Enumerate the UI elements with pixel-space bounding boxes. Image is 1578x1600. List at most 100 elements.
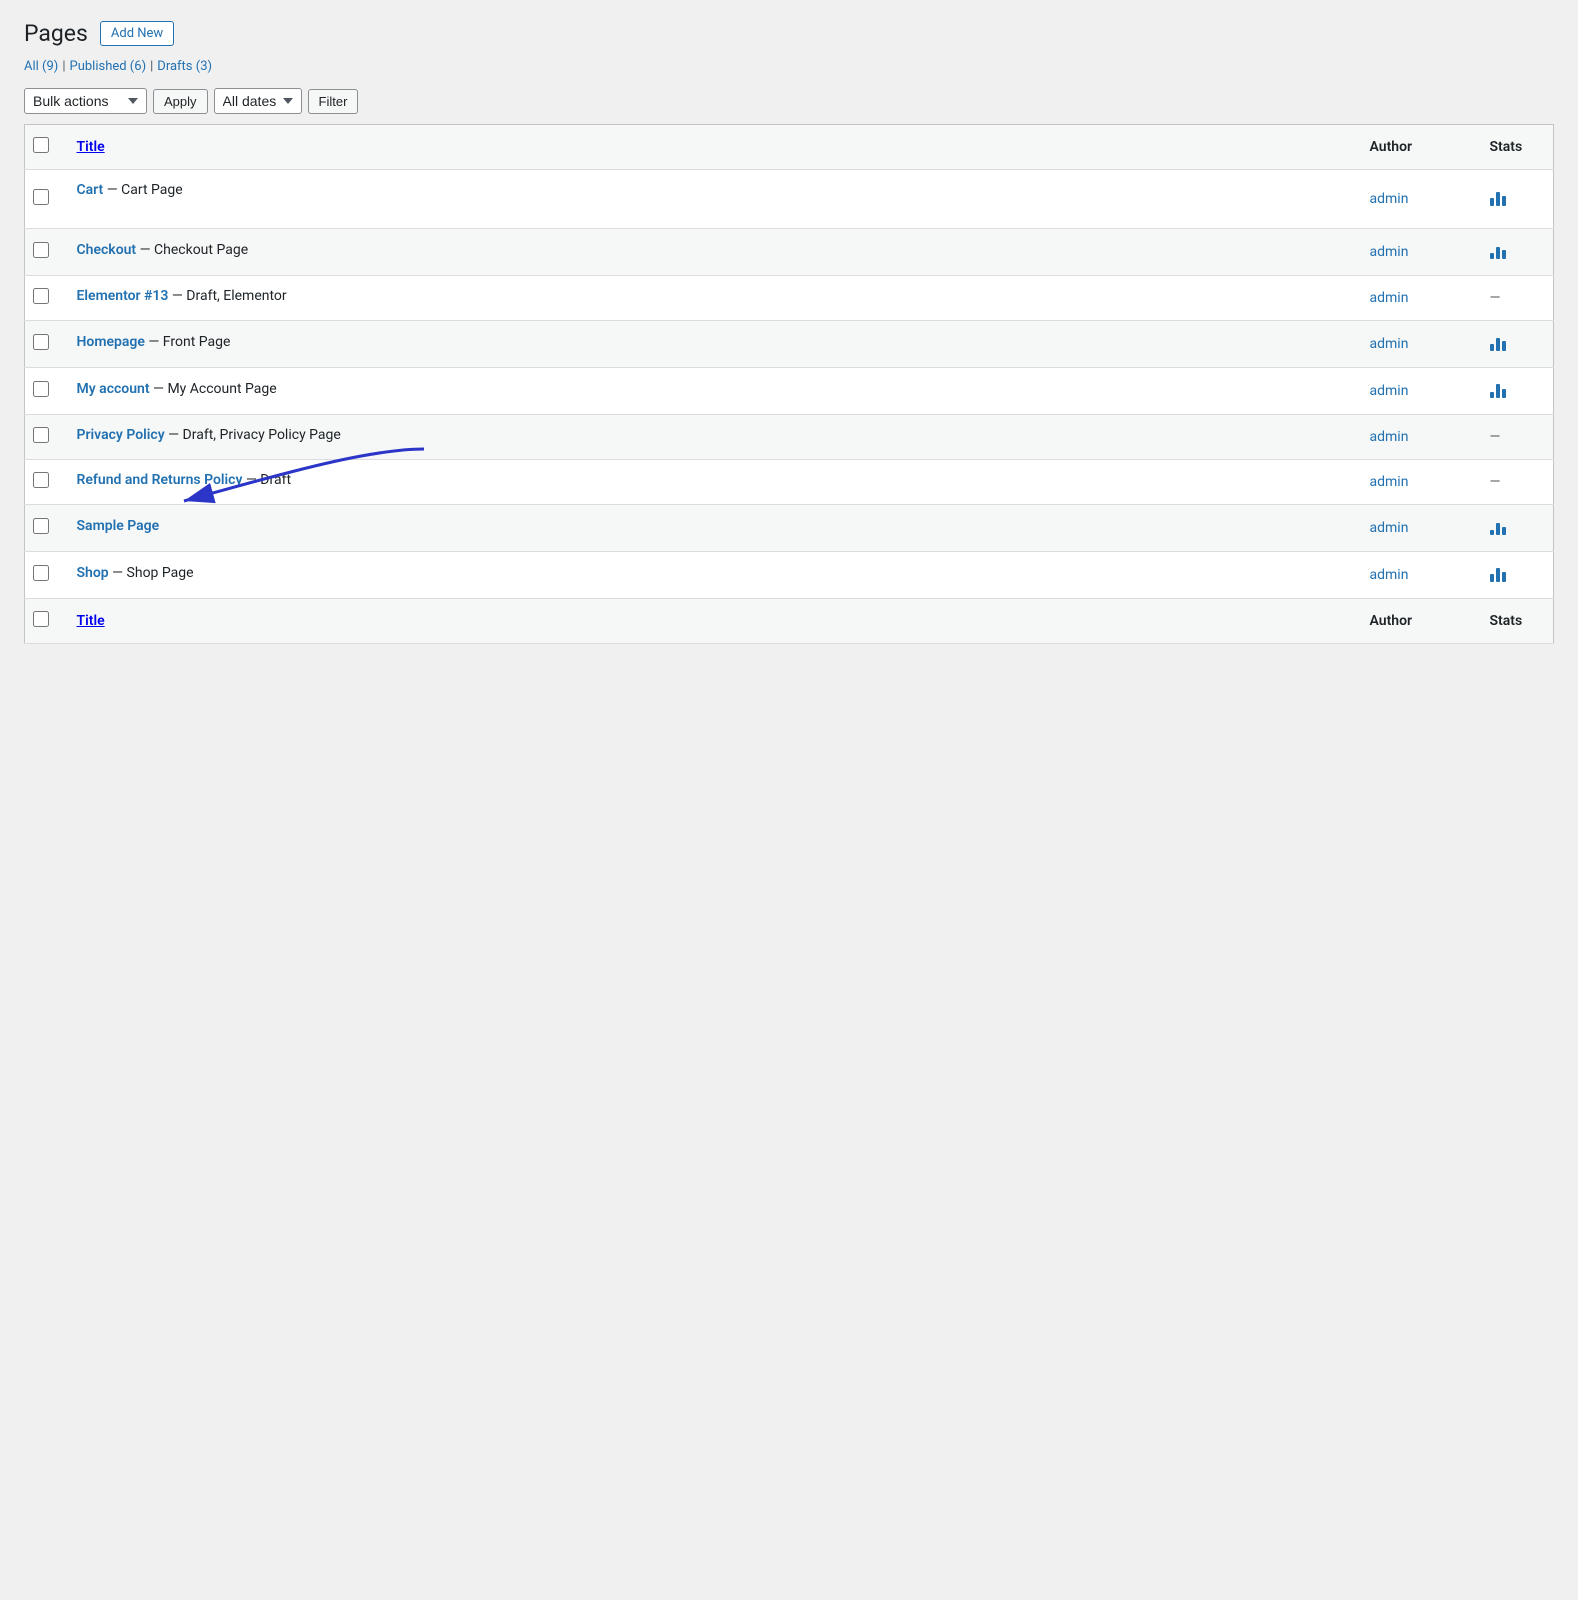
- table-row: Privacy Policy — Draft, Privacy Policy P…: [25, 415, 1554, 460]
- table-row: My account — My Account Page admin: [25, 368, 1554, 415]
- pages-list: Cart — Cart Page Edit | Quick Edit | Tra…: [25, 170, 1554, 599]
- title-sort-link[interactable]: Title: [77, 139, 105, 155]
- apply-button[interactable]: Apply: [153, 89, 208, 114]
- page-description: — Draft, Privacy Policy Page: [168, 427, 341, 443]
- row-author-cell: admin: [1354, 552, 1474, 599]
- row-title-cell: Elementor #13 — Draft, Elementor: [61, 276, 1354, 321]
- page-title-link[interactable]: Cart: [77, 182, 104, 198]
- header-title-column[interactable]: Title: [61, 125, 1354, 170]
- row-stats-cell: [1474, 552, 1554, 599]
- table-row: Checkout — Checkout Page admin: [25, 229, 1554, 276]
- table-row: Shop — Shop Page admin: [25, 552, 1554, 599]
- page-description: — Checkout Page: [140, 242, 249, 258]
- page-description: — Cart Page: [107, 182, 183, 198]
- author-link[interactable]: admin: [1370, 474, 1409, 490]
- row-stats-cell: —: [1474, 276, 1554, 321]
- table-row: Cart — Cart Page Edit | Quick Edit | Tra…: [25, 170, 1554, 229]
- author-link[interactable]: admin: [1370, 191, 1409, 207]
- row-checkbox[interactable]: [33, 381, 49, 397]
- footer-title-column[interactable]: Title: [61, 599, 1354, 644]
- row-title-cell: Homepage — Front Page: [61, 321, 1354, 368]
- row-author-cell: admin: [1354, 415, 1474, 460]
- all-dates-select[interactable]: All dates: [214, 88, 302, 114]
- header-check-column: [25, 125, 61, 170]
- page-description: — My Account Page: [153, 381, 277, 397]
- row-checkbox-cell: [25, 505, 61, 552]
- page-title-link[interactable]: My account: [77, 381, 150, 397]
- stats-dash: —: [1490, 429, 1501, 445]
- header-author-column: Author: [1354, 125, 1474, 170]
- author-link[interactable]: admin: [1370, 336, 1409, 352]
- row-title-cell: Sample Page: [61, 505, 1354, 552]
- page-title-link[interactable]: Checkout: [77, 242, 137, 258]
- table-row: Homepage — Front Page admin: [25, 321, 1554, 368]
- select-all-checkbox-bottom[interactable]: [33, 611, 49, 627]
- row-stats-cell: [1474, 229, 1554, 276]
- page-description: — Front Page: [148, 334, 230, 350]
- row-checkbox-cell: [25, 229, 61, 276]
- stats-chart-icon[interactable]: [1490, 333, 1506, 351]
- filter-published-link[interactable]: Published (6): [70, 59, 147, 74]
- filter-all-link[interactable]: All (9): [24, 59, 58, 74]
- stats-chart-icon[interactable]: [1490, 188, 1506, 206]
- row-author-cell: admin: [1354, 368, 1474, 415]
- table-row: Elementor #13 — Draft, Elementor admin —: [25, 276, 1554, 321]
- page-title-link[interactable]: Sample Page: [77, 518, 160, 534]
- author-link[interactable]: admin: [1370, 290, 1409, 306]
- author-link[interactable]: admin: [1370, 429, 1409, 445]
- row-author-cell: admin: [1354, 321, 1474, 368]
- footer-check-column: [25, 599, 61, 644]
- row-checkbox-cell: [25, 368, 61, 415]
- page-title-link[interactable]: Privacy Policy: [77, 427, 165, 443]
- author-link[interactable]: admin: [1370, 244, 1409, 260]
- row-checkbox[interactable]: [33, 189, 49, 205]
- table-row: Refund and Returns Policy — Draft admin …: [25, 460, 1554, 505]
- row-checkbox-cell: [25, 460, 61, 505]
- stats-chart-icon[interactable]: [1490, 241, 1506, 259]
- stats-chart-icon[interactable]: [1490, 564, 1506, 582]
- row-stats-cell: —: [1474, 460, 1554, 505]
- row-checkbox[interactable]: [33, 427, 49, 443]
- row-checkbox[interactable]: [33, 242, 49, 258]
- row-stats-cell: [1474, 368, 1554, 415]
- page-description: — Draft: [246, 472, 291, 488]
- row-checkbox[interactable]: [33, 518, 49, 534]
- stats-dash: —: [1490, 474, 1501, 490]
- row-author-cell: admin: [1354, 276, 1474, 321]
- author-link[interactable]: admin: [1370, 567, 1409, 583]
- stats-chart-icon[interactable]: [1490, 517, 1506, 535]
- page-description: — Draft, Elementor: [172, 288, 287, 304]
- stats-chart-icon[interactable]: [1490, 380, 1506, 398]
- select-all-checkbox-top[interactable]: [33, 137, 49, 153]
- row-checkbox[interactable]: [33, 288, 49, 304]
- row-checkbox-cell: [25, 170, 61, 229]
- footer-stats-column: Stats: [1474, 599, 1554, 644]
- page-title-link[interactable]: Elementor #13: [77, 288, 169, 304]
- row-author-cell: admin: [1354, 460, 1474, 505]
- subsubsub-nav: All (9) | Published (6) | Drafts (3): [24, 59, 1554, 74]
- table-row: Sample Page admin: [25, 505, 1554, 552]
- filter-button[interactable]: Filter: [308, 89, 359, 114]
- header-stats-column: Stats: [1474, 125, 1554, 170]
- page-title-link[interactable]: Homepage: [77, 334, 145, 350]
- bulk-actions-select[interactable]: Bulk actions Edit Move to Trash: [24, 88, 147, 114]
- page-title-link[interactable]: Shop: [77, 565, 109, 581]
- author-link[interactable]: admin: [1370, 383, 1409, 399]
- footer-author-column: Author: [1354, 599, 1474, 644]
- filter-drafts-link[interactable]: Drafts (3): [157, 59, 212, 74]
- row-author-cell: admin: [1354, 229, 1474, 276]
- tablenav-top: Bulk actions Edit Move to Trash Apply Al…: [24, 88, 1554, 114]
- page-description: — Shop Page: [112, 565, 193, 581]
- page-title: Pages: [24, 20, 88, 47]
- row-title-cell: My account — My Account Page: [61, 368, 1354, 415]
- add-new-button[interactable]: Add New: [100, 21, 174, 46]
- row-checkbox[interactable]: [33, 334, 49, 350]
- row-checkbox-cell: [25, 415, 61, 460]
- row-checkbox-cell: [25, 276, 61, 321]
- row-checkbox[interactable]: [33, 472, 49, 488]
- row-stats-cell: [1474, 170, 1554, 229]
- page-title-link[interactable]: Refund and Returns Policy: [77, 472, 243, 488]
- row-checkbox[interactable]: [33, 565, 49, 581]
- author-link[interactable]: admin: [1370, 520, 1409, 536]
- title-sort-link-bottom[interactable]: Title: [77, 613, 105, 629]
